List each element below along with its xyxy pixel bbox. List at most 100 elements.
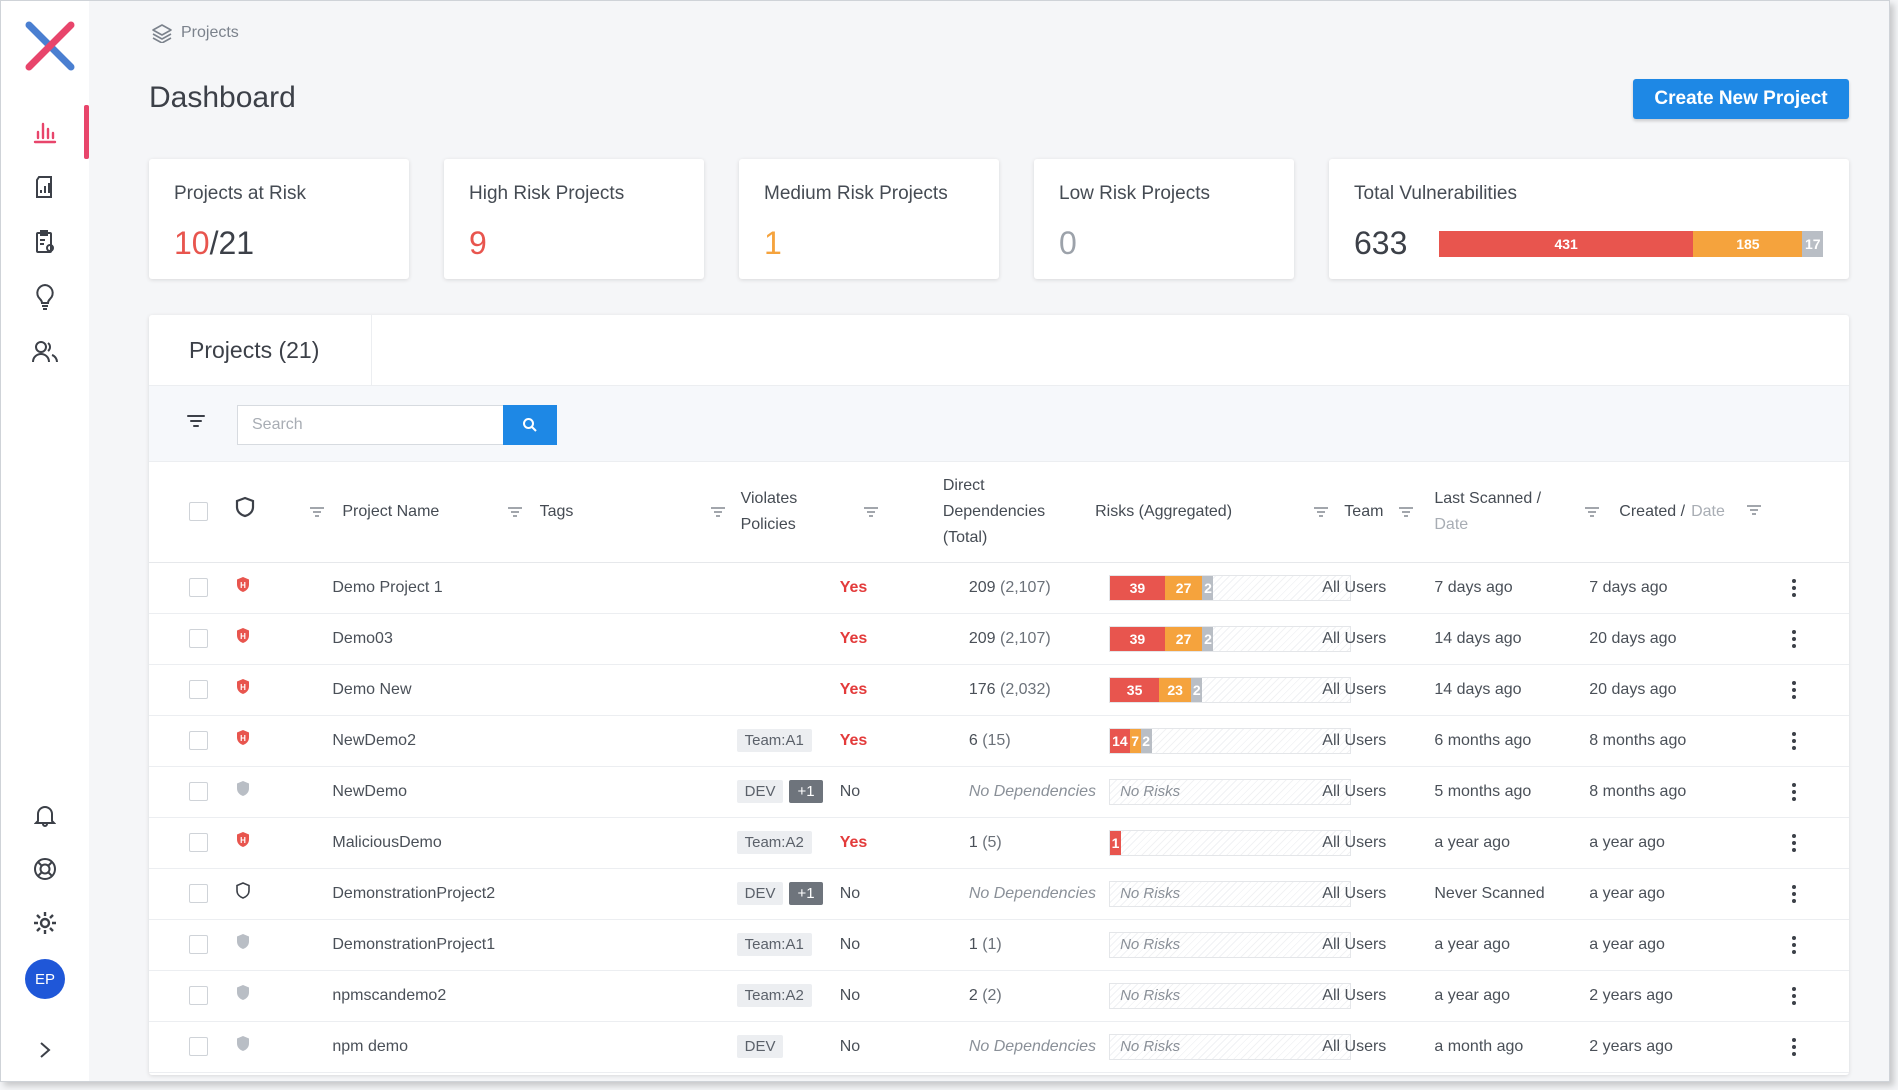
row-checkbox[interactable]	[189, 731, 208, 750]
project-name[interactable]: NewDemo2	[332, 732, 416, 749]
col-direct-dependencies[interactable]: Direct Dependencies (Total)	[943, 473, 1114, 551]
scanned-filter-icon[interactable]	[1585, 506, 1600, 518]
tag-chip[interactable]: Team:A1	[736, 729, 812, 752]
project-name[interactable]: npmscandemo2	[332, 987, 446, 1004]
tag-chip[interactable]: +1	[789, 780, 823, 803]
row-checkbox[interactable]	[189, 833, 208, 852]
table-row[interactable]: H MaliciousDemo Team:A2 Yes 1 (5) 1 All …	[149, 817, 1849, 869]
nav-policies[interactable]	[1, 215, 89, 269]
risks-filter-icon[interactable]	[1314, 506, 1329, 518]
tag-chip[interactable]: +1	[789, 882, 823, 905]
created-date: 8 months ago	[1589, 731, 1687, 749]
card-projects-at-risk[interactable]: Projects at Risk 10/21	[149, 159, 409, 279]
team: All Users	[1322, 629, 1387, 647]
high-risk-segment: 39	[1110, 575, 1165, 600]
project-name[interactable]: Demo New	[332, 681, 411, 698]
card-high-risk[interactable]: High Risk Projects 9	[444, 159, 704, 279]
tag-chip[interactable]: Team:A2	[736, 831, 812, 854]
project-name[interactable]: DemonstrationProject2	[332, 885, 495, 902]
table-row[interactable]: H Demo Project 1 Yes 209 (2,107) 39 27 2 A…	[149, 562, 1849, 614]
row-menu-icon[interactable]	[1789, 986, 1799, 1005]
name-filter-icon[interactable]	[310, 506, 325, 518]
filter-icon[interactable]	[187, 414, 205, 428]
row-checkbox[interactable]	[189, 935, 208, 954]
col-created-date: Date	[1691, 502, 1725, 520]
clipboard-gear-icon	[36, 230, 54, 253]
col-project-name[interactable]: Project Name	[342, 499, 439, 525]
row-menu-icon[interactable]	[1789, 578, 1799, 597]
card-title: Low Risk Projects	[1059, 183, 1210, 204]
col-tags[interactable]: Tags	[540, 499, 574, 525]
project-name[interactable]: NewDemo	[332, 783, 407, 800]
project-name[interactable]: npm demo	[332, 1038, 408, 1055]
row-menu-icon[interactable]	[1789, 782, 1799, 801]
tag-chip[interactable]: Team:A1	[736, 933, 812, 956]
create-project-button[interactable]: Create New Project	[1633, 79, 1849, 119]
violates-policies: Yes	[839, 578, 868, 596]
breadcrumb-projects[interactable]: Projects	[181, 24, 239, 42]
project-name[interactable]: Demo03	[332, 630, 392, 647]
nav-reports[interactable]	[1, 160, 89, 214]
row-menu-icon[interactable]	[1789, 731, 1799, 750]
row-checkbox[interactable]	[189, 680, 208, 699]
col-label-line: Dependencies	[942, 502, 1046, 520]
shield-header-icon[interactable]	[235, 496, 255, 518]
tab-projects[interactable]: Projects (21)	[149, 315, 372, 385]
table-row[interactable]: npm demo DEV No No Dependencies No Risks…	[149, 1021, 1849, 1073]
tag-chip[interactable]: DEV	[736, 1035, 784, 1058]
project-name[interactable]: Demo Project 1	[332, 579, 442, 596]
project-name[interactable]: MaliciousDemo	[332, 834, 441, 851]
col-created[interactable]: Created /	[1619, 499, 1685, 525]
sidebar-expand[interactable]	[1, 1023, 89, 1077]
table-row[interactable]: NewDemo DEV +1 No No Dependencies No Risk…	[149, 766, 1849, 818]
table-row[interactable]: H Demo New Yes 176 (2,032) 35 23 2 All Use…	[149, 664, 1849, 716]
search-button[interactable]	[503, 405, 557, 445]
page-title: Dashboard	[149, 81, 296, 114]
card-medium-risk[interactable]: Medium Risk Projects 1	[739, 159, 999, 279]
table-row[interactable]: DemonstrationProject1 Team:A1 No 1 (1) N…	[149, 919, 1849, 971]
table-row[interactable]: DemonstrationProject2 DEV +1 No No Depend…	[149, 868, 1849, 920]
app-logo[interactable]	[23, 19, 77, 73]
row-checkbox[interactable]	[189, 986, 208, 1005]
row-menu-icon[interactable]	[1789, 1037, 1799, 1056]
team-filter-icon[interactable]	[1399, 506, 1414, 518]
row-menu-icon[interactable]	[1789, 884, 1799, 903]
created-filter-icon[interactable]	[1746, 504, 1761, 516]
deps-filter-icon[interactable]	[863, 506, 878, 518]
row-menu-icon[interactable]	[1789, 935, 1799, 954]
tags-filter-icon[interactable]	[507, 506, 522, 518]
avatar[interactable]: EP	[25, 959, 65, 999]
table-row[interactable]: H Demo03 Yes 209 (2,107) 39 27 2 All Users…	[149, 613, 1849, 665]
violates-filter-icon[interactable]	[710, 506, 725, 518]
project-name[interactable]: DemonstrationProject1	[332, 936, 495, 953]
tag-chip[interactable]: DEV	[736, 780, 784, 803]
table-row[interactable]: H NewDemo2 Team:A1 Yes 6 (15) 14 7 2 All U…	[149, 715, 1849, 767]
nav-notifications[interactable]	[1, 788, 89, 842]
row-menu-icon[interactable]	[1789, 680, 1799, 699]
nav-settings[interactable]	[1, 896, 89, 950]
risk-shield	[235, 882, 251, 904]
row-checkbox[interactable]	[189, 1037, 208, 1056]
row-menu-icon[interactable]	[1789, 629, 1799, 648]
card-low-risk[interactable]: Low Risk Projects 0	[1034, 159, 1294, 279]
row-checkbox[interactable]	[189, 782, 208, 801]
col-violates-policies[interactable]: Violates Policies	[741, 486, 798, 538]
risk-shield: H	[235, 730, 251, 751]
row-checkbox[interactable]	[189, 884, 208, 903]
nav-insights[interactable]	[1, 270, 89, 324]
tag-chip[interactable]: Team:A2	[736, 984, 812, 1007]
nav-users[interactable]	[1, 325, 89, 379]
nav-dashboard[interactable]	[1, 105, 89, 159]
tag-chip[interactable]: DEV	[736, 882, 784, 905]
total-deps: (5)	[982, 833, 1002, 851]
search-input[interactable]	[237, 405, 503, 445]
table-row[interactable]: npmscandemo2 Team:A2 No 2 (2) No Risks A…	[149, 970, 1849, 1022]
row-checkbox[interactable]	[189, 629, 208, 648]
nav-support[interactable]	[1, 842, 89, 896]
card-total-vulnerabilities[interactable]: Total Vulnerabilities 633 431 185 17	[1329, 159, 1849, 279]
row-menu-icon[interactable]	[1789, 833, 1799, 852]
projects-panel: Projects (21) Projec	[149, 315, 1849, 1075]
col-team[interactable]: Team	[1344, 499, 1383, 525]
select-all-checkbox[interactable]	[189, 502, 208, 522]
row-checkbox[interactable]	[189, 578, 208, 597]
